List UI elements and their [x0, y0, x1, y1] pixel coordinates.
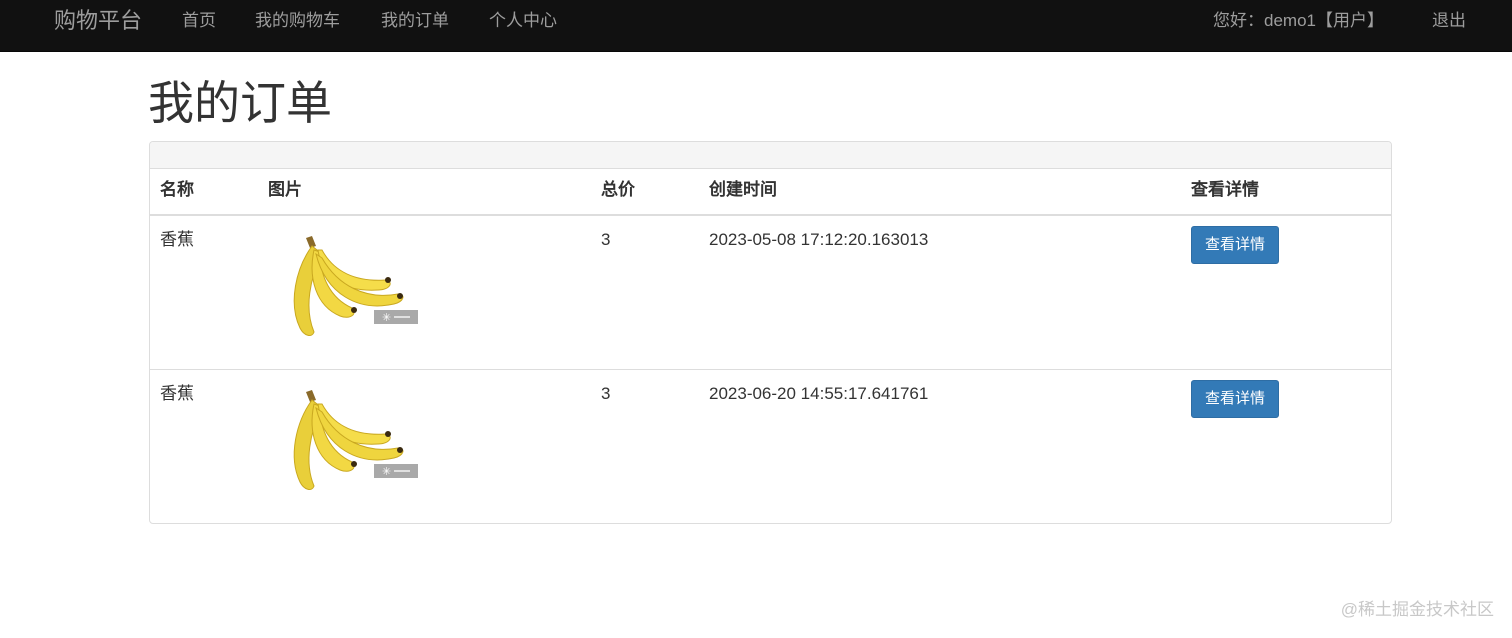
page-title: 我的订单: [148, 77, 332, 129]
banana-image: ✳: [278, 382, 438, 502]
svg-text:✳: ✳: [382, 311, 391, 324]
logout-link[interactable]: 退出: [1432, 11, 1466, 31]
header-name: 名称: [160, 180, 194, 199]
user-greeting[interactable]: 您好：demo1【用户】: [1213, 11, 1384, 31]
header-details: 查看详情: [1191, 180, 1259, 199]
row-2-total: 3: [601, 384, 611, 403]
panel-heading: [150, 142, 1391, 169]
header-image: 图片: [268, 180, 302, 199]
nav-item-profile[interactable]: 个人中心: [489, 11, 557, 31]
watermark: @稀土掘金技术社区: [1340, 600, 1494, 619]
top-navbar: 购物平台 首页 我的购物车 我的订单 个人中心 您好：demo1【用户】 退出: [0, 0, 1512, 52]
row-2-name: 香蕉: [160, 384, 194, 403]
row-1-created: 2023-05-08 17:12:20.163013: [709, 230, 929, 249]
header-created: 创建时间: [709, 180, 777, 199]
view-details-button[interactable]: 查看详情: [1191, 380, 1279, 418]
row-2-created: 2023-06-20 14:55:17.641761: [709, 384, 929, 403]
header-total: 总价: [601, 180, 635, 199]
svg-text:✳: ✳: [382, 465, 391, 478]
header-divider: [150, 214, 1391, 216]
nav-item-cart[interactable]: 我的购物车: [255, 11, 340, 31]
row-1-total: 3: [601, 230, 611, 249]
nav-item-home[interactable]: 首页: [182, 11, 216, 31]
row-1-name: 香蕉: [160, 230, 194, 249]
nav-item-orders[interactable]: 我的订单: [381, 11, 449, 31]
view-details-button[interactable]: 查看详情: [1191, 226, 1279, 264]
orders-panel: 名称 图片 总价 创建时间 查看详情 香蕉 ✳ 3 2023-05-08 17:…: [149, 141, 1392, 524]
banana-image: ✳: [278, 228, 438, 348]
brand-link[interactable]: 购物平台: [54, 8, 142, 34]
row-divider: [150, 369, 1391, 370]
